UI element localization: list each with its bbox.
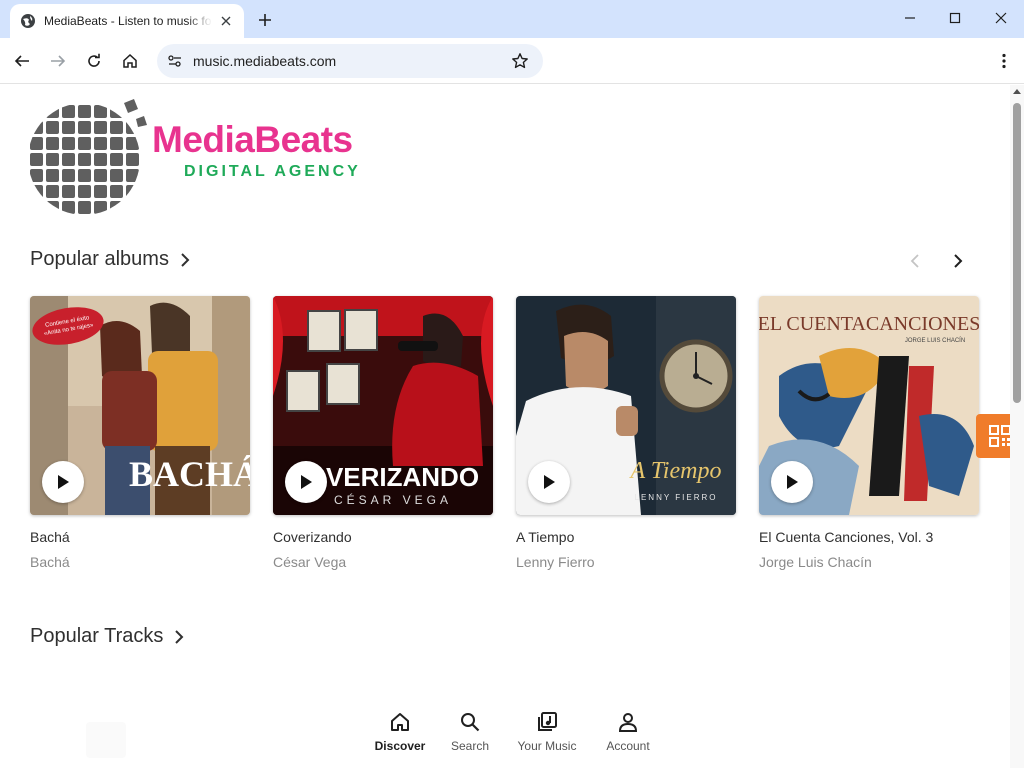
search-icon (461, 713, 480, 732)
reload-icon[interactable] (79, 46, 109, 76)
browser-tab[interactable]: MediaBeats - Listen to music for free (10, 4, 244, 38)
album-cover-subtext: LENNY FIERRO (635, 493, 718, 502)
play-icon (787, 475, 798, 489)
brand-logo[interactable]: MediaBeats DIGITAL AGENCY (26, 97, 386, 219)
home-icon (391, 713, 409, 731)
address-bar[interactable]: music.mediabeats.com (157, 44, 543, 78)
browser-titlebar: MediaBeats - Listen to music for free (0, 0, 1024, 38)
album-cover-text: A Tiempo (629, 458, 722, 484)
track-thumbnail-placeholder (86, 722, 126, 758)
nav-label: Discover (374, 739, 426, 753)
play-button[interactable] (42, 461, 84, 503)
new-tab-icon[interactable] (254, 9, 276, 31)
nav-discover[interactable]: Discover (360, 705, 440, 768)
browser-toolbar: music.mediabeats.com (0, 38, 1024, 84)
chevron-left-icon (910, 254, 919, 268)
forward-icon[interactable] (43, 46, 73, 76)
album-artist[interactable]: Bachá (30, 554, 250, 570)
album-cover-text: BACHÁ (129, 454, 250, 494)
play-button[interactable] (285, 461, 327, 503)
album-cover[interactable]: Contiene el éxito «Anita no te rajes» BA… (30, 296, 250, 515)
qr-code-icon (989, 425, 1011, 447)
home-page-icon[interactable] (115, 46, 145, 76)
album-artist[interactable]: César Vega (273, 554, 493, 570)
play-icon (544, 475, 555, 489)
album-card[interactable]: Contiene el éxito «Anita no te rajes» BA… (30, 296, 250, 570)
album-cover-subtext: JORGE LUIS CHACÍN (905, 337, 965, 344)
play-button[interactable] (771, 461, 813, 503)
maximize-icon[interactable] (932, 0, 978, 36)
nav-label: Account (606, 739, 650, 753)
album-cover-text: EL CUENTACANCIONES (759, 313, 979, 335)
nav-search[interactable]: Search (430, 705, 510, 768)
tab-close-icon[interactable] (218, 13, 234, 29)
back-icon[interactable] (7, 46, 37, 76)
album-cover[interactable]: COVERIZANDO CÉSAR VEGA (273, 296, 493, 515)
site-info-icon[interactable] (165, 51, 185, 71)
album-cover[interactable]: EL CUENTACANCIONES JORGE LUIS CHACÍN (759, 296, 979, 515)
nav-label: Your Music (517, 739, 577, 753)
brand-tagline: DIGITAL AGENCY (184, 163, 361, 180)
account-icon (618, 713, 638, 732)
album-cover-subtext: CÉSAR VEGA (334, 492, 452, 507)
play-icon (301, 475, 312, 489)
close-window-icon[interactable] (978, 0, 1024, 36)
bottom-navigation: Discover Search Your Music Account (360, 705, 670, 768)
scrollbar-thumb[interactable] (1013, 103, 1021, 403)
scroll-up-icon[interactable] (1013, 89, 1021, 94)
globe-icon (21, 14, 35, 28)
browser-menu-icon[interactable] (994, 50, 1014, 72)
album-artist[interactable]: Jorge Luis Chacín (759, 554, 979, 570)
album-card[interactable]: COVERIZANDO CÉSAR VEGA Coverizando César… (273, 296, 493, 570)
album-title[interactable]: El Cuenta Canciones, Vol. 3 (759, 529, 979, 545)
play-icon (58, 475, 69, 489)
popular-albums-link[interactable]: Popular albums (30, 248, 191, 271)
nav-your-music[interactable]: Your Music (507, 705, 587, 768)
minimize-icon[interactable] (887, 0, 933, 36)
album-card[interactable]: EL CUENTACANCIONES JORGE LUIS CHACÍN El … (759, 296, 979, 570)
nav-label: Search (450, 739, 490, 753)
bookmark-star-icon[interactable] (511, 52, 529, 70)
popular-albums-title: Popular albums (30, 248, 169, 270)
chevron-right-icon (175, 629, 184, 644)
album-title[interactable]: Bachá (30, 529, 250, 545)
tab-title: MediaBeats - Listen to music for free (44, 14, 212, 28)
album-title[interactable]: Coverizando (273, 529, 493, 545)
popular-tracks-title: Popular Tracks (30, 625, 164, 647)
album-card[interactable]: A Tiempo LENNY FIERRO A Tiempo Lenny Fie… (516, 296, 736, 570)
page-scrollbar[interactable] (1010, 85, 1024, 768)
page-viewport: MediaBeats DIGITAL AGENCY Popular albums (0, 85, 1024, 768)
carousel-prev-button[interactable] (903, 249, 927, 273)
music-library-icon (538, 712, 557, 731)
chevron-right-icon (181, 252, 190, 267)
nav-account[interactable]: Account (588, 705, 668, 768)
chevron-right-icon (954, 254, 963, 268)
album-title[interactable]: A Tiempo (516, 529, 736, 545)
disco-ball-icon (28, 99, 147, 214)
play-button[interactable] (528, 461, 570, 503)
url-text[interactable]: music.mediabeats.com (193, 53, 336, 69)
popular-tracks-link[interactable]: Popular Tracks (30, 625, 185, 648)
brand-name: MediaBeats (152, 119, 353, 160)
album-artist[interactable]: Lenny Fierro (516, 554, 736, 570)
album-cover[interactable]: A Tiempo LENNY FIERRO (516, 296, 736, 515)
carousel-next-button[interactable] (946, 249, 970, 273)
